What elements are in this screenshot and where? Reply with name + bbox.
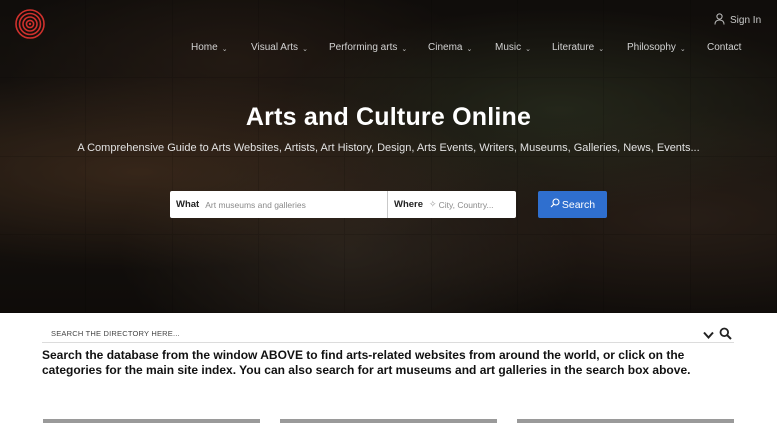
nav-item-performing-arts[interactable]: Performing arts ⌄ (329, 42, 407, 53)
page-subtitle: A Comprehensive Guide to Arts Websites, … (77, 142, 700, 154)
where-input[interactable] (438, 199, 516, 210)
where-label: Where (394, 199, 424, 210)
what-label: What (176, 199, 200, 210)
what-field: What (170, 191, 388, 218)
nav-item-cinema[interactable]: Cinema ⌄ (428, 42, 472, 53)
nav-label: Cinema (428, 42, 463, 53)
chevron-down-icon: ⌄ (525, 45, 531, 53)
directory-search-input[interactable] (42, 329, 682, 338)
main-nav: Home ⌄ Visual Arts ⌄ Performing arts ⌄ Cine… (0, 42, 777, 56)
nav-label: Literature (552, 42, 595, 53)
nav-item-home[interactable]: Home ⌄ (191, 42, 228, 53)
category-cards (0, 419, 777, 423)
intro-text: Search the database from the window ABOV… (42, 348, 691, 377)
nav-label: Home (191, 42, 218, 53)
category-card[interactable] (280, 419, 497, 423)
page-title: Arts and Culture Online (245, 103, 532, 131)
location-icon: ✧ (429, 199, 437, 209)
search-button[interactable]: Search (538, 191, 607, 218)
search-button-label: Search (561, 198, 596, 211)
nav-item-visual-arts[interactable]: Visual Arts ⌄ (251, 42, 308, 53)
chevron-down-icon: ⌄ (466, 45, 473, 53)
search-icon[interactable] (719, 327, 732, 340)
nav-item-music[interactable]: Music ⌄ (495, 42, 531, 53)
chevron-down-icon: ⌄ (598, 45, 605, 53)
chevron-down-icon[interactable] (702, 328, 715, 340)
nav-item-contact[interactable]: Contact (707, 42, 741, 53)
chevron-down-icon: ⌄ (679, 45, 686, 53)
what-input[interactable] (205, 199, 387, 210)
sign-in-label: Sign In (730, 15, 762, 26)
chevron-down-icon: ⌄ (302, 45, 308, 53)
chevron-down-icon: ⌄ (401, 45, 408, 53)
hero-section: Sign In Home ⌄ Visual Arts ⌄ Performing ar… (0, 0, 777, 313)
category-card[interactable] (517, 419, 734, 423)
nav-label: Performing arts (329, 42, 398, 53)
directory-search-bar (42, 325, 734, 343)
search-form: What Where ✧ (170, 191, 516, 218)
sign-in-link[interactable]: Sign In (714, 13, 761, 28)
spiral-logo-icon[interactable] (14, 8, 46, 40)
nav-item-literature[interactable]: Literature ⌄ (552, 42, 604, 53)
nav-label: Contact (707, 42, 742, 53)
category-card[interactable] (43, 419, 260, 423)
chevron-down-icon: ⌄ (221, 45, 228, 53)
nav-item-philosophy[interactable]: Philosophy ⌄ (627, 42, 686, 53)
nav-label: Visual Arts (251, 42, 299, 53)
user-icon (714, 13, 725, 28)
nav-label: Philosophy (627, 42, 676, 53)
where-field: Where ✧ (388, 191, 516, 218)
search-icon (550, 198, 560, 211)
nav-label: Music (495, 42, 522, 53)
